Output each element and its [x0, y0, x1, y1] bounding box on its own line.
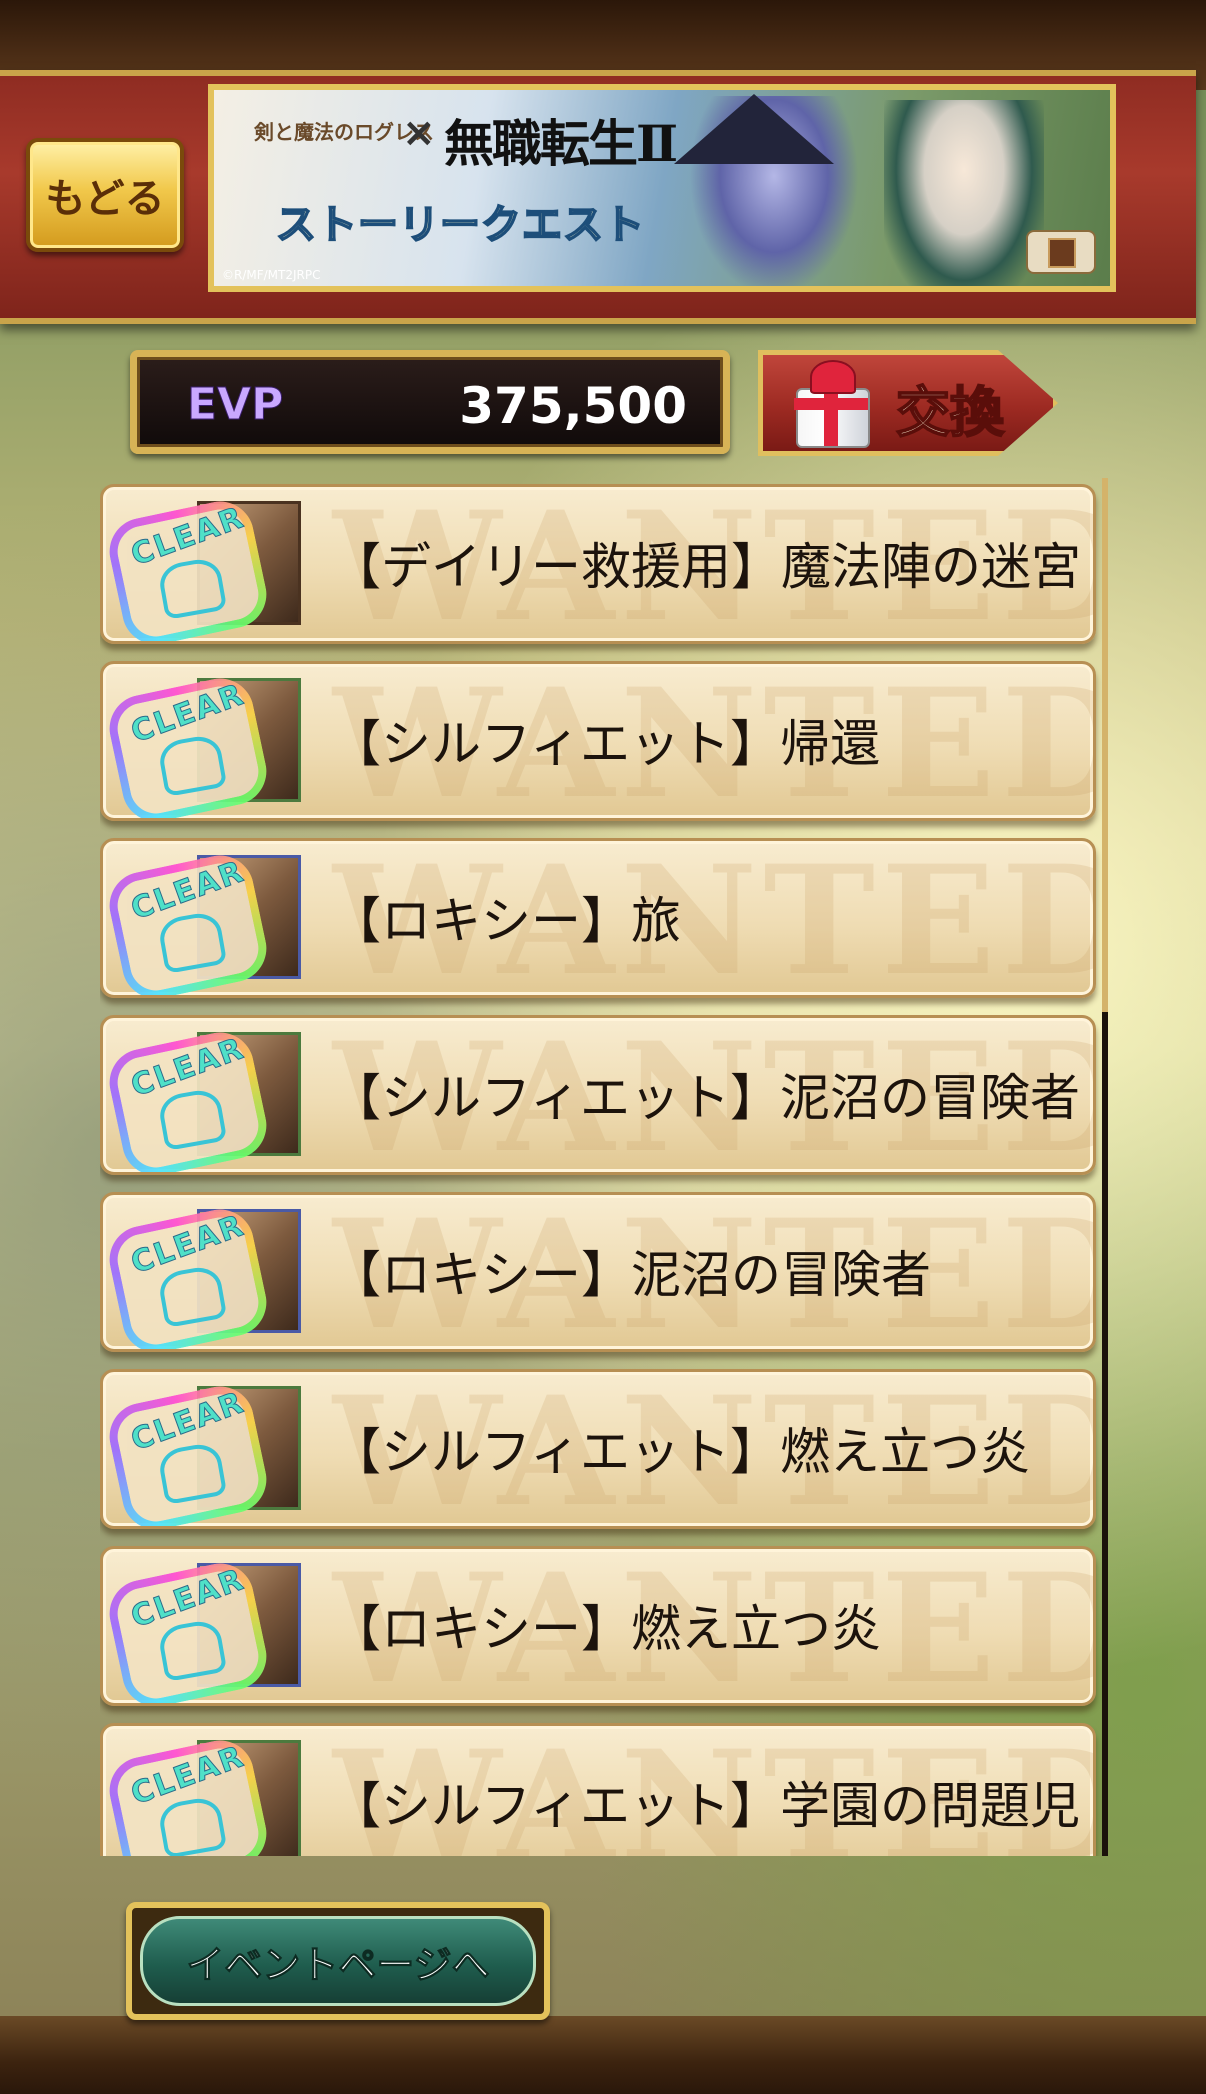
quest-title: 【シルフィエット】燃え立つ炎 [331, 1423, 1030, 1481]
clear-badge-icon: CLEAR [103, 1203, 273, 1349]
quest-title: 【ロキシー】燃え立つ炎 [331, 1600, 881, 1658]
event-page-button-face: イベントページへ [140, 1916, 536, 2006]
banner-character-sylphiette [884, 100, 1044, 286]
event-page-button-label: イベントページへ [186, 1942, 490, 1987]
scrollbar-thumb[interactable] [1102, 1012, 1108, 1856]
quest-item-8[interactable]: WANTED CLEAR 【シルフィエット】学園の問題児 [100, 1723, 1096, 1856]
exchange-label: 交換 [895, 380, 1005, 445]
event-banner[interactable]: 剣と魔法のログレス × 無職転生Ⅱ ストーリークエスト ©R/MF/MT2JRP… [208, 84, 1116, 292]
quest-item-4[interactable]: WANTED CLEAR 【シルフィエット】泥沼の冒険者 [100, 1015, 1096, 1175]
gift-icon [788, 360, 874, 448]
clear-badge-icon: CLEAR [103, 849, 273, 995]
event-page-button[interactable]: イベントページへ [126, 1902, 550, 2020]
quest-title: 【ロキシー】泥沼の冒険者 [331, 1246, 931, 1304]
clear-badge-icon: CLEAR [103, 495, 273, 641]
quest-title: 【シルフィエット】学園の問題児 [331, 1777, 1080, 1835]
clear-badge-icon: CLEAR [103, 1026, 273, 1172]
bottom-frame [0, 2016, 1206, 2094]
clear-badge-icon: CLEAR [103, 1734, 273, 1856]
back-button[interactable]: もどる [26, 138, 184, 252]
evp-value: 375,500 [459, 377, 687, 435]
quest-title: 【デイリー救援用】魔法陣の迷宮 [331, 538, 1081, 596]
evp-label: EVP [186, 379, 284, 431]
quest-item-7[interactable]: WANTED CLEAR 【ロキシー】燃え立つ炎 [100, 1546, 1096, 1706]
quest-item-1[interactable]: WANTED CLEAR 【デイリー救援用】魔法陣の迷宮 [100, 484, 1096, 644]
quest-title: 【シルフィエット】泥沼の冒険者 [331, 1069, 1080, 1127]
book-icon [1048, 238, 1076, 268]
exchange-button[interactable]: 交換 [758, 350, 1078, 456]
clear-badge-icon: CLEAR [103, 1557, 273, 1703]
banner-cross: × [402, 110, 436, 156]
banner-card-button[interactable] [1026, 230, 1096, 274]
quest-list[interactable]: WANTED CLEAR 【デイリー救援用】魔法陣の迷宮 WANTED CLEA… [100, 478, 1112, 1856]
clear-badge-icon: CLEAR [103, 1380, 273, 1526]
quest-title: 【ロキシー】旅 [331, 892, 681, 950]
quest-item-6[interactable]: WANTED CLEAR 【シルフィエット】燃え立つ炎 [100, 1369, 1096, 1529]
quest-title: 【シルフィエット】帰還 [331, 715, 880, 773]
evp-counter: EVP 375,500 [130, 350, 730, 454]
banner-subtitle: ストーリークエスト [275, 201, 645, 249]
banner-copyright: ©R/MF/MT2JRPC [222, 268, 321, 282]
clear-badge-icon: CLEAR [103, 672, 273, 818]
banner-witch-hat [674, 94, 834, 164]
quest-item-3[interactable]: WANTED CLEAR 【ロキシー】旅 [100, 838, 1096, 998]
quest-item-2[interactable]: WANTED CLEAR 【シルフィエット】帰還 [100, 661, 1096, 821]
quest-item-5[interactable]: WANTED CLEAR 【ロキシー】泥沼の冒険者 [100, 1192, 1096, 1352]
banner-logo-right: 無職転生Ⅱ [444, 114, 678, 173]
